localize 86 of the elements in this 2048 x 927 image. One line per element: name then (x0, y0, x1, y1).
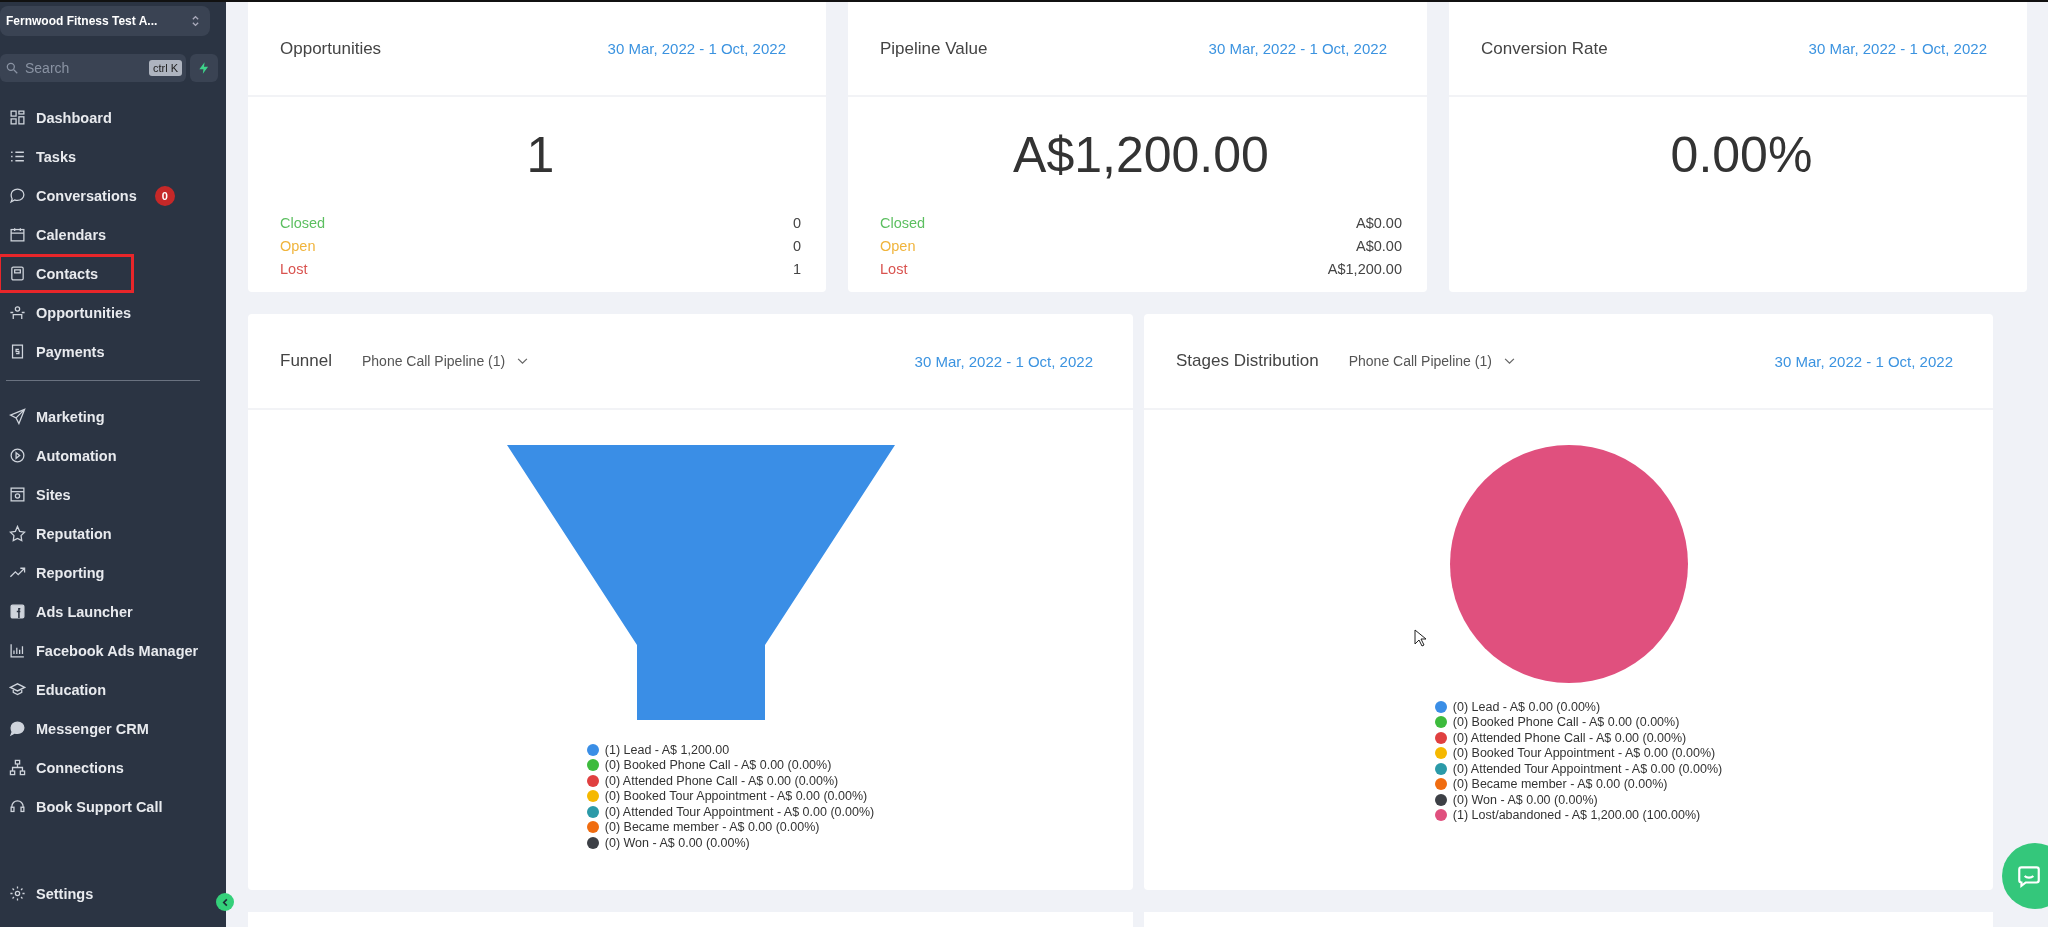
nav-item[interactable]: Messenger CRM (0, 709, 158, 748)
star-icon (9, 525, 26, 542)
quick-action-button[interactable] (190, 54, 218, 82)
legend-label: (0) Lead - A$ 0.00 (0.00%) (1452, 699, 1601, 714)
nav-item[interactable]: Marketing (0, 397, 134, 436)
card-title: Funnel (280, 351, 332, 371)
lightning-icon (197, 61, 211, 75)
nav-item[interactable]: Settings (0, 874, 134, 913)
collapse-sidebar-button[interactable] (216, 893, 234, 911)
stat-value: 0.00% (1669, 126, 1814, 185)
headset-icon (9, 798, 26, 815)
people-icon (9, 304, 26, 321)
up-down-chevron-icon (191, 14, 200, 28)
card-title: Pipeline Value (880, 38, 988, 59)
nav-item[interactable]: Calendars (0, 215, 134, 254)
nav-item[interactable]: Tasks (0, 137, 134, 176)
nav-item[interactable]: Sites (0, 475, 134, 514)
legend-label: (0) Booked Phone Call - A$ 0.00 (0.00%) (604, 758, 832, 773)
legend-label: (0) Attended Phone Call - A$ 0.00 (0.00%) (1452, 730, 1687, 745)
nav-item[interactable]: Connections (0, 748, 134, 787)
nav-item[interactable]: Book Support Call (0, 787, 172, 826)
status-label: Lost (280, 260, 308, 277)
status-value: A$1,200.00 (1327, 260, 1402, 277)
graduation-cap-icon (9, 681, 26, 698)
legend-label: (1) Lead - A$ 1,200.00 (604, 742, 730, 757)
legend-label: (1) Lost/abandoned - A$ 1,200.00 (100.00%) (1452, 808, 1701, 823)
facebook-icon (9, 603, 26, 620)
status-label: Closed (280, 214, 326, 231)
stat-value: A$1,200.00 (1012, 126, 1270, 185)
legend-label: (0) Attended Phone Call - A$ 0.00 (0.00%) (604, 773, 839, 788)
nav-item[interactable]: Payments (0, 332, 134, 371)
status-label: Open (880, 237, 916, 254)
nav-item[interactable]: Facebook Ads Manager (0, 631, 208, 670)
status-label: Lost (880, 260, 908, 277)
notebook-icon (9, 265, 26, 282)
legend-label: (0) Became member - A$ 0.00 (0.00%) (1452, 777, 1668, 792)
account-switcher[interactable]: Fernwood Fitness Test A... (0, 6, 210, 36)
pipeline-dropdown[interactable]: Phone Call Pipeline (1) (1348, 353, 1515, 369)
card-title: Conversion Rate (1481, 38, 1608, 59)
mouse-pointer-icon (1414, 629, 1426, 647)
nav-item[interactable]: Ads Launcher (0, 592, 142, 631)
nav-item[interactable]: Education (0, 670, 134, 709)
calendar-icon (9, 226, 26, 243)
network-icon (9, 759, 26, 776)
browser-icon (9, 486, 26, 503)
card-title: Opportunities (280, 38, 382, 59)
chevron-left-icon (220, 897, 230, 907)
chat-bubble-icon (9, 187, 26, 204)
legend-label: (0) Became member - A$ 0.00 (0.00%) (604, 820, 820, 835)
chat-bubble-icon (9, 720, 26, 737)
card-title: Stages Distribution (1176, 351, 1319, 371)
shortcut-hint: ctrl K (148, 60, 182, 76)
chat-bubble-icon (2016, 863, 2042, 889)
status-value: 0 (792, 214, 801, 231)
search-icon (5, 61, 19, 75)
chevron-down-icon (1503, 357, 1515, 365)
nav-item[interactable]: Opportunities (0, 293, 141, 332)
legend-label: (0) Won - A$ 0.00 (0.00%) (1452, 792, 1598, 807)
legend-label: (0) Booked Tour Appointment - A$ 0.00 (0.00%) (604, 789, 868, 804)
legend-label: (0) Booked Phone Call - A$ 0.00 (0.00%) (1452, 715, 1680, 730)
nav-item[interactable]: Reputation (0, 514, 134, 553)
legend-label: (0) Booked Tour Appointment - A$ 0.00 (0.00%) (1452, 746, 1716, 761)
legend-label: (0) Attended Tour Appointment - A$ 0.00 (0.00%) (1452, 761, 1723, 776)
status-value: 1 (792, 260, 801, 277)
status-value: 0 (792, 237, 801, 254)
legend-label: (0) Attended Tour Appointment - A$ 0.00 (0.00%) (604, 804, 875, 819)
nav-item[interactable]: Contacts (0, 254, 134, 293)
chevron-down-icon (517, 357, 529, 365)
bar-chart-icon (9, 642, 26, 659)
paper-plane-icon (9, 408, 26, 425)
status-label: Closed (880, 214, 926, 231)
nav-item[interactable]: Dashboard (0, 98, 134, 137)
dollar-document-icon (9, 343, 26, 360)
status-label: Open (280, 237, 316, 254)
nav-item[interactable]: Reporting (0, 553, 134, 592)
legend-label: (0) Won - A$ 0.00 (0.00%) (604, 835, 750, 850)
status-value: A$0.00 (1356, 214, 1402, 231)
play-circle-icon (9, 447, 26, 464)
status-value: A$0.00 (1356, 237, 1402, 254)
unread-count: 0 (154, 185, 175, 206)
settings-icon (9, 885, 26, 902)
pipeline-dropdown[interactable]: Phone Call Pipeline (1) (362, 353, 529, 369)
nav-item[interactable]: Conversations 0 (0, 176, 184, 215)
grid-icon (9, 109, 26, 126)
stat-value: 1 (525, 126, 556, 185)
nav-item[interactable]: Automation (0, 436, 134, 475)
